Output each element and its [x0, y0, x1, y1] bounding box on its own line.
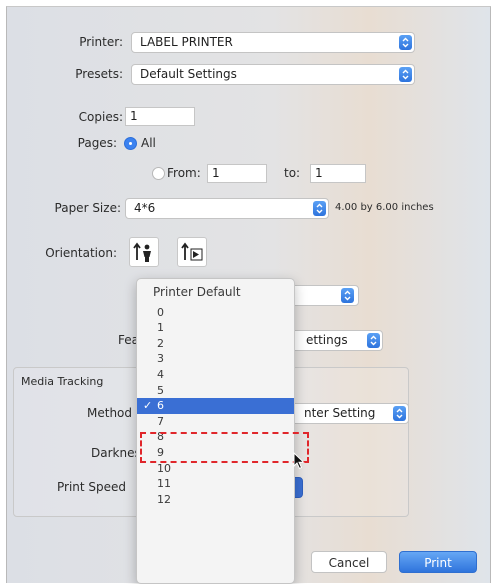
method-popup[interactable]: nter Setting: [275, 403, 409, 424]
chevron-updown-icon: [393, 406, 406, 421]
checkmark-icon: ✓: [143, 399, 153, 413]
printer-value: LABEL PRINTER: [140, 35, 233, 49]
pages-from-label: From:: [167, 166, 201, 180]
copies-label: Copies:: [78, 110, 123, 124]
menu-item-label: 3: [157, 352, 164, 366]
cursor-icon: [293, 452, 305, 470]
pages-label: Pages:: [77, 136, 117, 150]
menu-item-7[interactable]: 7: [137, 414, 294, 430]
menu-item-label: Printer Default: [153, 285, 241, 299]
menu-item-label: 10: [157, 461, 171, 475]
menu-item-12[interactable]: 12: [137, 492, 294, 508]
orientation-label: Orientation:: [45, 246, 117, 260]
menu-item-2[interactable]: 2: [137, 336, 294, 352]
darkness-label: Darknes: [91, 446, 141, 460]
print-button[interactable]: Print: [399, 551, 477, 573]
pages-all-label: All: [141, 136, 156, 150]
menu-item-10[interactable]: 10: [137, 461, 294, 477]
menu-item-6[interactable]: ✓ 6: [137, 398, 294, 414]
presets-value: Default Settings: [140, 67, 237, 81]
portrait-icon: [133, 242, 151, 262]
copies-field[interactable]: 1: [125, 107, 195, 126]
menu-item-label: 7: [157, 414, 164, 428]
print-speed-label: Print Speed: [57, 480, 127, 494]
orientation-landscape-button[interactable]: [177, 237, 207, 267]
menu-item-printer-default[interactable]: Printer Default: [137, 285, 294, 301]
chevron-updown-icon: [399, 35, 412, 50]
menu-item-label: 12: [157, 492, 171, 506]
orientation-portrait-button[interactable]: [129, 237, 159, 267]
menu-item-label: 1: [157, 321, 164, 335]
paper-size-popup[interactable]: 4*6: [125, 198, 329, 219]
presets-label: Presets:: [75, 67, 123, 81]
menu-item-5[interactable]: 5: [137, 383, 294, 399]
pages-to-field[interactable]: 1: [310, 164, 366, 183]
menu-item-label: 4: [157, 367, 164, 381]
chevron-updown-icon: [367, 333, 380, 348]
menu-item-label: 11: [157, 477, 171, 491]
pages-all-radio[interactable]: [124, 137, 137, 150]
presets-popup[interactable]: Default Settings: [131, 64, 415, 85]
menu-item-8[interactable]: 8: [137, 429, 294, 445]
menu-item-4[interactable]: 4: [137, 367, 294, 383]
menu-item-1[interactable]: 1: [137, 320, 294, 336]
chevron-updown-icon: [313, 201, 326, 216]
method-label: Method: [87, 406, 133, 420]
paper-size-value: 4*6: [134, 201, 156, 215]
menu-item-label: 9: [157, 445, 164, 459]
menu-item-label: 2: [157, 336, 164, 350]
chevron-updown-icon: [399, 67, 412, 82]
menu-item-label: 0: [157, 305, 164, 319]
printer-label: Printer:: [79, 35, 123, 49]
pages-from-field[interactable]: 1: [207, 164, 267, 183]
printer-popup[interactable]: LABEL PRINTER: [131, 32, 415, 53]
chevron-updown-icon: [341, 288, 354, 303]
menu-item-3[interactable]: 3: [137, 351, 294, 367]
menu-item-label: 6: [157, 399, 164, 413]
media-tracking-label: Media Tracking: [21, 375, 104, 388]
landscape-icon: [181, 242, 203, 261]
menu-item-9[interactable]: 9: [137, 445, 294, 461]
paper-size-label: Paper Size:: [54, 201, 121, 215]
menu-item-11[interactable]: 11: [137, 476, 294, 492]
method-value: nter Setting: [304, 406, 376, 420]
pages-to-label: to:: [284, 166, 301, 180]
menu-item-label: 8: [157, 430, 164, 444]
darkness-dropdown-menu: Printer Default 0 1 2 3 4 5 ✓ 6 7 8 9 10 11 12: [136, 278, 295, 584]
menu-item-label: 5: [157, 383, 164, 397]
pages-range-radio[interactable]: [152, 167, 165, 180]
menu-item-0[interactable]: 0: [137, 305, 294, 321]
cancel-button[interactable]: Cancel: [311, 551, 387, 573]
paper-size-dimensions: 4.00 by 6.00 inches: [335, 202, 434, 213]
